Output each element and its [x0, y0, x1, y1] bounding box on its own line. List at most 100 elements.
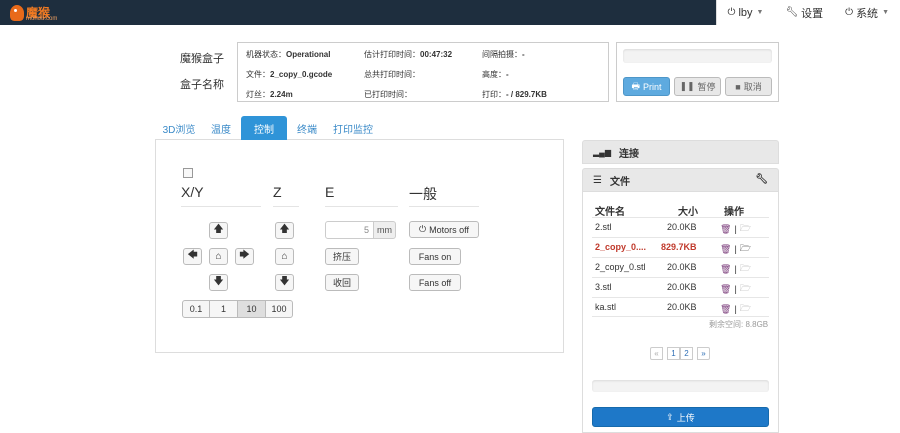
z-plus-button[interactable]: 🡅: [275, 222, 294, 239]
fans-off-button[interactable]: Fans off: [409, 274, 461, 291]
file-size: 829.7KB: [661, 242, 697, 252]
y-plus-button[interactable]: 🡅: [209, 222, 228, 239]
x-plus-button[interactable]: 🡆: [235, 248, 254, 265]
cancel-button[interactable]: ■ 取消: [725, 77, 772, 96]
tab-print-monitor[interactable]: 打印监控: [327, 116, 379, 140]
filament-status: 灯丝：2.24m: [246, 89, 293, 100]
file-name[interactable]: 2_copy_0....: [595, 242, 646, 252]
file-name[interactable]: 2.stl: [595, 222, 612, 232]
settings-menu[interactable]: 🔧︎ 设置: [774, 0, 834, 25]
trash-icon[interactable]: 🗑︎: [720, 284, 731, 295]
file-row[interactable]: 2_copy_0.stl 20.0KB 🗑︎ | 🗁︎: [592, 257, 769, 277]
general-heading: 一般: [409, 186, 437, 202]
trash-icon[interactable]: 🗑︎: [720, 224, 731, 235]
monkey-logo-icon: [10, 4, 24, 21]
y-minus-button[interactable]: 🡇: [209, 274, 228, 291]
timelapse-status: 间隔拍摄：-: [482, 49, 525, 60]
folder-open-icon[interactable]: 🗁︎: [740, 261, 751, 277]
print-progress-status: 打印：- / 829.7KB: [482, 89, 547, 100]
files-panel-header: ☰ 文件 🔧︎: [582, 168, 779, 192]
extrude-amount-input[interactable]: 5: [325, 221, 374, 239]
separator: |: [734, 304, 737, 314]
separator: |: [734, 264, 737, 274]
system-menu[interactable]: ⏻ 系统 ▼: [834, 0, 900, 25]
total-time: 总共打印时间：: [364, 69, 420, 80]
power-icon: ⏻: [845, 7, 854, 18]
z-home-button[interactable]: ⌂: [275, 248, 294, 265]
file-size: 20.0KB: [667, 282, 697, 292]
user-name: lby: [738, 6, 753, 19]
arrow-up-icon: 🡅: [279, 224, 290, 235]
folder-open-icon[interactable]: 🗁︎: [740, 301, 751, 317]
step-100-button[interactable]: 100: [265, 300, 293, 318]
file-row[interactable]: 2.stl 20.0KB 🗑︎ | 🗁︎: [592, 217, 769, 237]
fans-on-button[interactable]: Fans on: [409, 248, 461, 265]
connection-panel-header[interactable]: ▂▄▆ 连接: [582, 140, 779, 164]
pager-page-1[interactable]: 1: [667, 347, 680, 360]
extrude-button[interactable]: 挤压: [325, 248, 359, 265]
retract-button[interactable]: 收回: [325, 274, 359, 291]
control-panel: [155, 140, 564, 353]
xy-home-button[interactable]: ⌂: [209, 248, 228, 265]
step-10-button[interactable]: 10: [237, 300, 266, 318]
user-menu[interactable]: ⏻ lby ▼: [717, 0, 775, 25]
z-heading: Z: [273, 184, 282, 200]
estimated-time: 估计打印时间：00:47:32: [364, 49, 452, 60]
z-minus-button[interactable]: 🡇: [275, 274, 294, 291]
file-name[interactable]: ka.stl: [595, 302, 616, 312]
top-navbar: 魔猴 mohou.com ⏻ lby ▼ 🔧︎ 设置 ⏻ 系统 ▼: [0, 0, 900, 25]
tab-terminal[interactable]: 终端: [289, 116, 325, 140]
folder-open-icon[interactable]: 🗁︎: [740, 241, 751, 257]
folder-open-icon[interactable]: 🗁︎: [740, 221, 751, 237]
tab-temperature[interactable]: 温度: [203, 116, 239, 140]
print-button[interactable]: 🖶︎ Print: [623, 77, 670, 96]
upload-icon: ⇪: [666, 411, 674, 422]
file-row-selected[interactable]: 2_copy_0.... 829.7KB 🗑︎ | 🗁︎: [592, 237, 769, 257]
wrench-icon[interactable]: 🔧︎: [755, 174, 768, 185]
step-1-button[interactable]: 1: [209, 300, 238, 318]
height-value: -: [506, 70, 509, 79]
file-size: 20.0KB: [667, 222, 697, 232]
file-row[interactable]: 3.stl 20.0KB 🗑︎ | 🗁︎: [592, 277, 769, 297]
estimated-time-value: 00:47:32: [420, 50, 453, 59]
filament-label: 灯丝：: [246, 90, 270, 99]
file-row[interactable]: ka.stl 20.0KB 🗑︎ | 🗁︎: [592, 297, 769, 317]
estimated-time-label: 估计打印时间：: [364, 50, 420, 59]
trash-icon[interactable]: 🗑︎: [720, 244, 731, 255]
pause-button[interactable]: ❚❚ 暂停: [674, 77, 721, 96]
file-name[interactable]: 2_copy_0.stl: [595, 262, 646, 272]
upload-button[interactable]: ⇪ 上传: [592, 407, 769, 427]
home-icon: ⌂: [215, 251, 222, 262]
printed-time: 已打印时间：: [364, 89, 412, 100]
tab-bar: 3D浏览 温度 控制 终端 打印监控: [155, 116, 564, 140]
x-minus-button[interactable]: 🡄: [183, 248, 202, 265]
separator: |: [734, 244, 737, 254]
motors-off-button[interactable]: ⏻ Motors off: [409, 221, 479, 238]
file-name[interactable]: 3.stl: [595, 282, 612, 292]
pager-prev[interactable]: «: [650, 347, 663, 360]
tab-control[interactable]: 控制: [241, 116, 287, 140]
arrow-up-icon: 🡅: [213, 224, 224, 235]
step-0.1-button[interactable]: 0.1: [182, 300, 210, 318]
total-time-label: 总共打印时间：: [364, 70, 420, 79]
file-size: 20.0KB: [667, 262, 697, 272]
status-info-box: 机器状态：Operational 文件：2_copy_0.gcode 灯丝：2.…: [237, 42, 609, 102]
col-filename: 文件名: [595, 207, 625, 218]
home-icon: ⌂: [281, 251, 288, 262]
tab-3d-view[interactable]: 3D浏览: [157, 116, 201, 140]
folder-open-icon[interactable]: 🗁︎: [740, 281, 751, 297]
signal-icon: ▂▄▆: [593, 147, 611, 157]
pager-page-2[interactable]: 2: [680, 347, 693, 360]
brand-logo[interactable]: 魔猴 mohou.com: [10, 2, 57, 23]
trash-icon[interactable]: 🗑︎: [720, 304, 731, 315]
file-status-value: 2_copy_0.gcode: [270, 70, 333, 79]
caret-down-icon: ▼: [756, 9, 764, 16]
arrow-left-icon: 🡄: [187, 250, 198, 261]
pause-button-label: 暂停: [697, 82, 716, 92]
print-progress-value: - / 829.7KB: [506, 90, 547, 99]
arrow-down-icon: 🡇: [213, 276, 224, 287]
trash-icon[interactable]: 🗑︎: [720, 264, 731, 275]
file-status: 文件：2_copy_0.gcode: [246, 69, 332, 80]
pager-next[interactable]: »: [697, 347, 710, 360]
brand-domain: mohou.com: [26, 16, 58, 22]
